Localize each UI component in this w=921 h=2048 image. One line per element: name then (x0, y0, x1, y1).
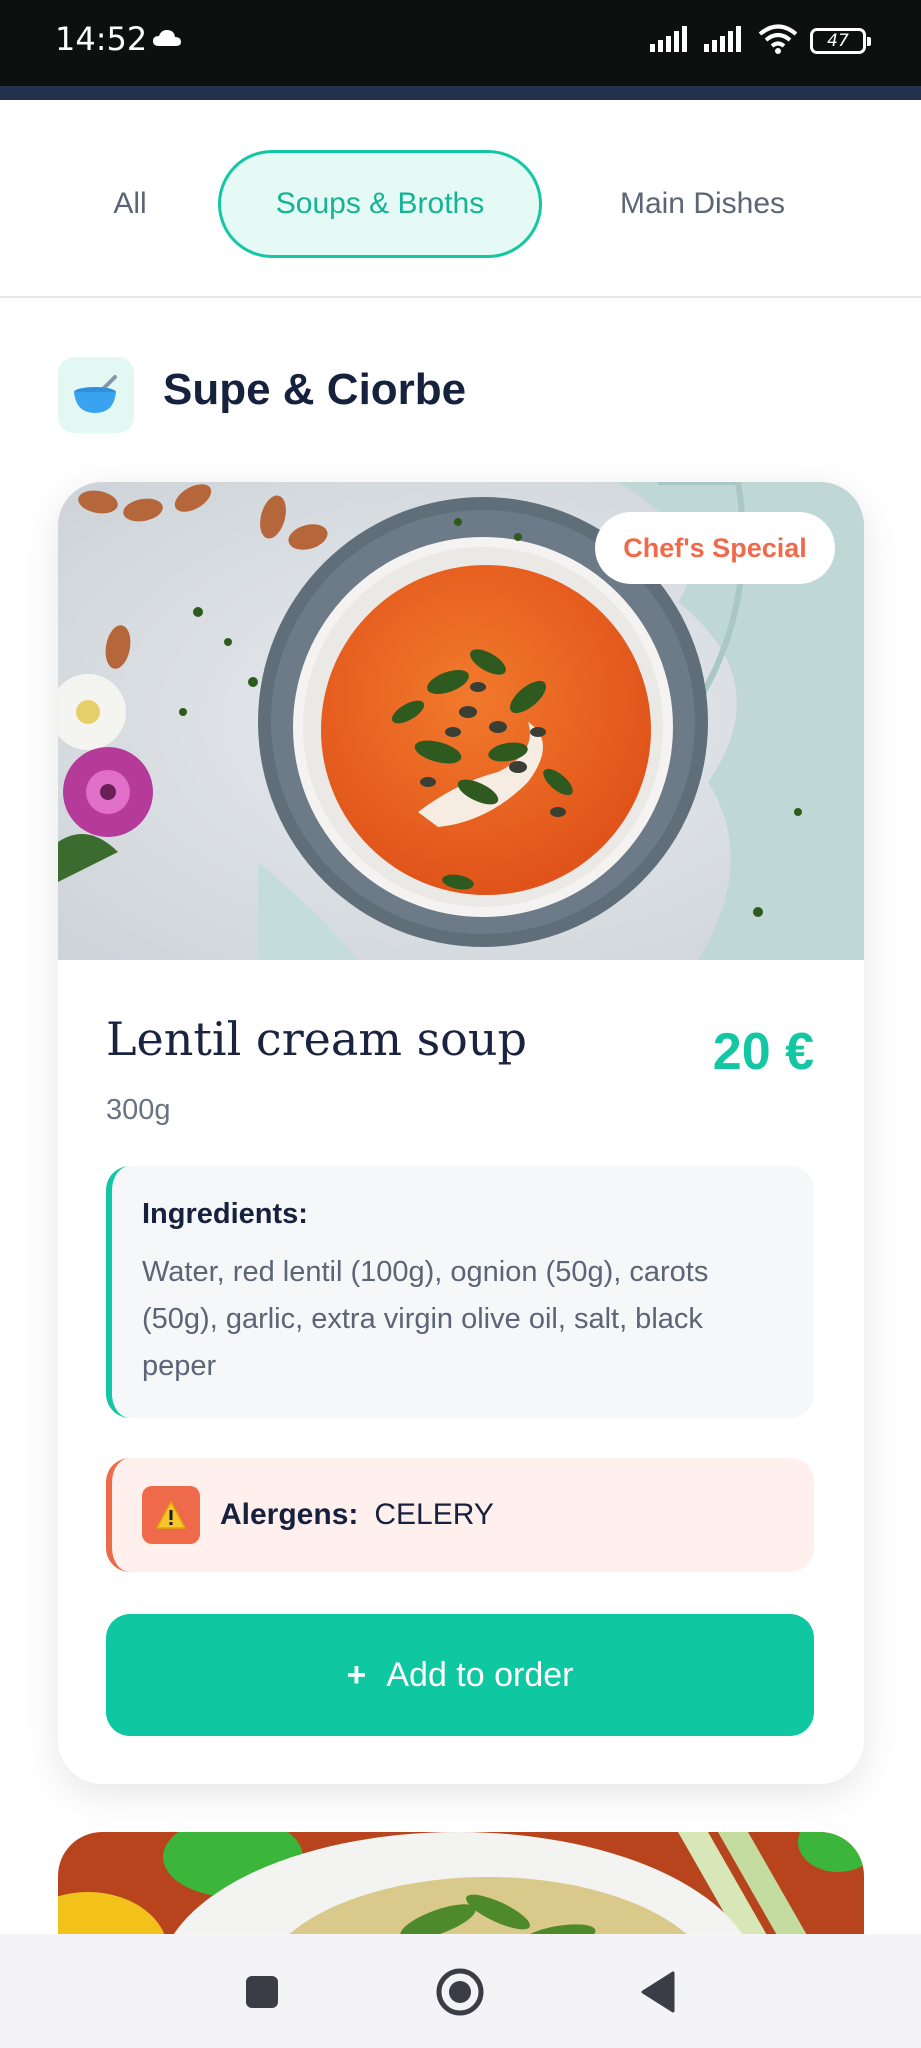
dish-card: Chef's Special Lentil cream soup 20 € 30… (58, 482, 864, 1784)
allergens-panel: Alergens: CELERY (106, 1458, 814, 1572)
allergens-value: CELERY (374, 1498, 494, 1531)
chefs-special-badge: Chef's Special (595, 512, 835, 584)
signal-icon (650, 26, 692, 56)
warning-icon (142, 1486, 200, 1544)
cloud-icon (152, 28, 182, 52)
dish-photo: Chef's Special (58, 482, 864, 960)
add-to-order-button[interactable]: + Add to order (106, 1614, 814, 1736)
recents-square-icon[interactable] (234, 1964, 290, 2020)
ingredients-title: Ingredients: (142, 1198, 308, 1230)
dish-price: 20 € (712, 1023, 814, 1081)
category-tabs: All Soups & Broths Main Dishes (0, 100, 921, 298)
ingredients-panel: Ingredients: Water, red lentil (100g), o… (106, 1166, 814, 1418)
allergens-label: Alergens: (220, 1498, 359, 1531)
status-time: 14:52 (55, 20, 148, 58)
signal-icon-2 (704, 26, 746, 56)
soup-bowl-icon (58, 357, 134, 433)
ingredients-text: Water, red lentil (100g), ognion (50g), … (142, 1256, 709, 1382)
dish-weight: 300g (106, 1094, 171, 1126)
tab-all[interactable]: All (80, 150, 180, 258)
status-bar: 14:52 47 (0, 0, 921, 86)
tab-main-dishes[interactable]: Main Dishes (585, 150, 820, 258)
battery-icon: 47 (810, 28, 871, 54)
section-title: Supe & Ciorbe (163, 365, 467, 414)
tab-soups-broths[interactable]: Soups & Broths (218, 150, 542, 258)
app-header-strip (0, 86, 921, 100)
wifi-icon (758, 24, 798, 58)
dish-name: Lentil cream soup (106, 1012, 527, 1066)
back-triangle-icon[interactable] (630, 1964, 686, 2020)
home-circle-icon[interactable] (432, 1964, 488, 2020)
add-to-order-label: Add to order (386, 1655, 574, 1694)
plus-icon: + (346, 1655, 367, 1694)
navigation-bar (0, 1934, 921, 2048)
status-icons: 47 (650, 24, 871, 58)
